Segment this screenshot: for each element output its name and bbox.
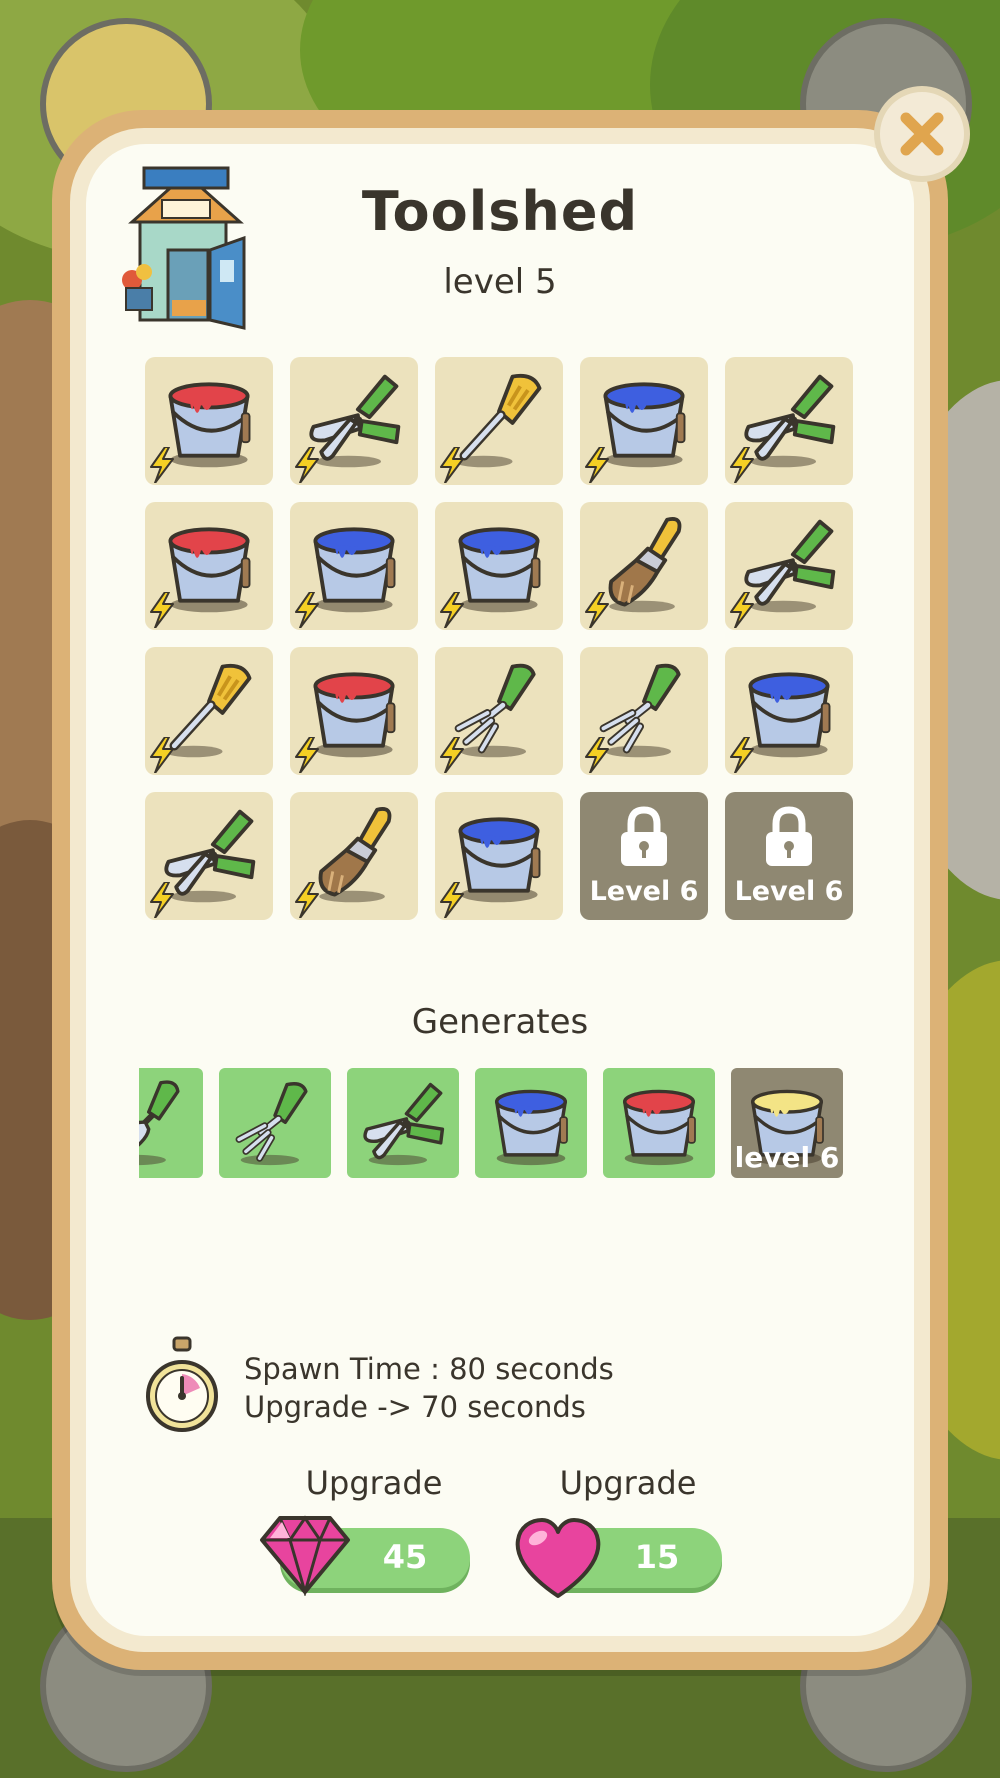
generate-item[interactable] (139, 1068, 203, 1178)
lock-icon (766, 806, 812, 866)
locked-grid-slot[interactable]: Level 6 (580, 792, 708, 920)
gem-upgrade-cost: 45 (382, 1538, 428, 1576)
energy-bolt-icon (730, 737, 754, 773)
building-title: Toolshed (361, 180, 639, 243)
garden-fork-icon (235, 1082, 308, 1166)
generate-lock-label: level 6 (734, 1141, 840, 1174)
energy-bolt-icon (730, 447, 754, 483)
energy-bolt-icon (440, 592, 464, 628)
grid-item[interactable] (290, 792, 418, 920)
energy-bolt-icon (295, 592, 319, 628)
grid-item[interactable] (435, 792, 563, 920)
energy-bolt-icon (150, 882, 174, 918)
grid-item[interactable] (725, 357, 853, 485)
generate-item-locked[interactable]: level 6 (731, 1068, 843, 1178)
lock-icon (621, 806, 667, 866)
energy-bolt-icon (585, 737, 609, 773)
generate-item[interactable] (347, 1068, 459, 1178)
blue-paint-bucket-icon (495, 1089, 568, 1166)
energy-bolt-icon (295, 737, 319, 773)
energy-bolt-icon (440, 737, 464, 773)
grid-item[interactable] (725, 502, 853, 630)
toolshed-building-icon (122, 166, 246, 330)
grid-item[interactable] (145, 792, 273, 920)
generates-row[interactable]: level 6 (139, 1068, 869, 1180)
energy-bolt-icon (440, 447, 464, 483)
generate-item[interactable] (219, 1068, 331, 1178)
energy-bolt-icon (295, 882, 319, 918)
energy-bolt-icon (295, 447, 319, 483)
energy-bolt-icon (585, 447, 609, 483)
red-paint-bucket-icon (623, 1089, 696, 1166)
building-level: level 5 (443, 262, 557, 302)
heart-upgrade-label: Upgrade (559, 1464, 697, 1502)
energy-bolt-icon (730, 592, 754, 628)
grid-item[interactable] (580, 502, 708, 630)
grid-item[interactable] (145, 647, 273, 775)
energy-bolt-icon (150, 592, 174, 628)
grid-item[interactable] (435, 357, 563, 485)
stopwatch-icon (146, 1336, 218, 1432)
grid-item[interactable] (580, 357, 708, 485)
close-button[interactable] (874, 86, 970, 182)
generate-item[interactable] (475, 1068, 587, 1178)
pruning-shears-icon (363, 1082, 445, 1166)
gem-icon (260, 1515, 350, 1596)
gem-upgrade-label: Upgrade (305, 1464, 443, 1502)
garden-trowel-icon (139, 1080, 180, 1166)
locked-slot-label: Level 6 (589, 876, 699, 907)
locked-slot-label: Level 6 (734, 876, 844, 907)
grid-item[interactable] (435, 647, 563, 775)
energy-bolt-icon (440, 882, 464, 918)
energy-bolt-icon (585, 592, 609, 628)
heart-upgrade-cost: 15 (634, 1538, 680, 1576)
grid-item[interactable] (145, 502, 273, 630)
heart-icon (515, 1518, 601, 1598)
close-icon (900, 112, 944, 156)
spawn-upgrade-text: Upgrade -> 70 seconds (244, 1390, 586, 1424)
grid-item[interactable] (725, 647, 853, 775)
spawn-time-text: Spawn Time : 80 seconds (244, 1352, 614, 1386)
generates-title: Generates (411, 1002, 589, 1042)
locked-grid-slot[interactable]: Level 6 (725, 792, 853, 920)
spawn-info: Spawn Time : 80 seconds Upgrade -> 70 se… (244, 1350, 614, 1426)
grid-item[interactable] (290, 357, 418, 485)
grid-item[interactable] (435, 502, 563, 630)
energy-bolt-icon (150, 447, 174, 483)
generate-item[interactable] (603, 1068, 715, 1178)
energy-bolt-icon (150, 737, 174, 773)
grid-item[interactable] (290, 502, 418, 630)
grid-item[interactable] (145, 357, 273, 485)
grid-item[interactable] (580, 647, 708, 775)
grid-item[interactable] (290, 647, 418, 775)
